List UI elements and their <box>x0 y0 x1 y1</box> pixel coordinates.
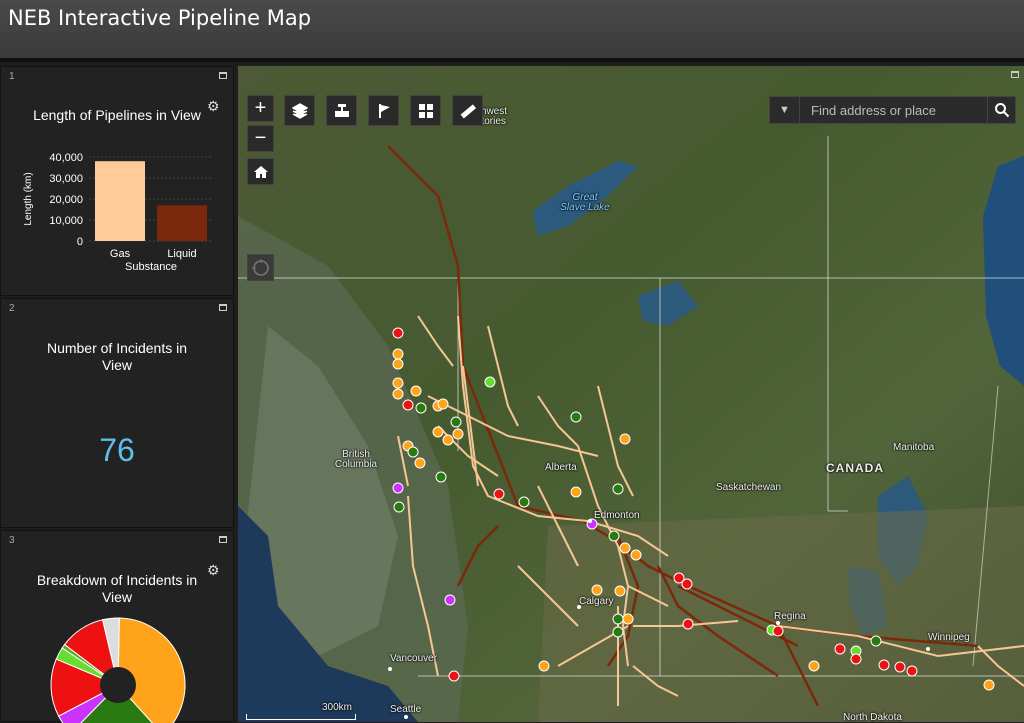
maximize-icon[interactable] <box>219 536 227 543</box>
crosshair-icon <box>251 259 269 276</box>
donut-hole <box>100 667 136 703</box>
pipeline-valve-button[interactable] <box>326 95 357 126</box>
panel-number: 1 <box>9 71 15 82</box>
scale-bar <box>246 714 356 720</box>
search-widget: ▼ <box>769 96 1016 124</box>
map-label-vancouver: Vancouver <box>390 653 438 664</box>
maximize-icon[interactable] <box>1011 71 1019 78</box>
panel-title: Length of Pipelines in View <box>33 107 201 123</box>
home-icon <box>253 166 268 178</box>
layers-icon <box>290 103 309 119</box>
map-label-great-slave-lake: Great Slave Lake <box>560 192 610 213</box>
flag-icon <box>378 104 390 118</box>
bar-gas <box>95 161 145 241</box>
y-tick-label: 40,000 <box>49 152 83 164</box>
app-title: NEB Interactive Pipeline Map <box>8 6 312 30</box>
y-tick-label: 30,000 <box>49 173 83 185</box>
map-label-canada: CANADA <box>826 461 884 475</box>
incident-count-value: 76 <box>99 432 135 468</box>
y-tick-label: 0 <box>77 236 83 248</box>
x-axis-label: Substance <box>125 261 177 273</box>
map-label-seattle: Seattle <box>390 704 422 715</box>
layers-button[interactable] <box>284 95 315 126</box>
map-label-winnipeg: Winnipeg <box>928 632 970 643</box>
maximize-icon[interactable] <box>219 72 227 79</box>
scale-label: 300km <box>322 702 353 713</box>
valve-icon <box>334 104 349 117</box>
locate-button[interactable] <box>247 254 274 281</box>
panel-pipeline-length: 1 ⚙ Length of Pipelines in View 40,000 30… <box>0 66 234 296</box>
map-label-saskatchewan: Saskatchewan <box>716 482 782 493</box>
app-header: NEB Interactive Pipeline Map <box>0 0 1024 62</box>
basemap <box>238 66 1024 722</box>
panel-number: 2 <box>9 303 15 314</box>
y-tick-label: 20,000 <box>49 194 83 206</box>
map-label-regina: Regina <box>774 611 806 622</box>
incident-breakdown-chart <box>50 617 186 723</box>
panel-title: Breakdown of Incidents in View <box>36 572 198 605</box>
map-label-calgary: Calgary <box>579 596 614 607</box>
panel-title: Number of Incidents in View <box>46 340 188 373</box>
map-label-manitoba: Manitoba <box>893 442 935 453</box>
search-button[interactable] <box>987 97 1015 123</box>
map-label-alberta: Alberta <box>545 462 577 473</box>
map-view[interactable]: Northwest Territories Great Slave Lake B… <box>238 66 1024 722</box>
grid-icon <box>418 104 433 118</box>
bar-liquid <box>157 205 207 241</box>
x-tick-label: Liquid <box>167 248 196 260</box>
search-input[interactable] <box>801 97 987 123</box>
basemap-gallery-button[interactable] <box>410 95 441 126</box>
panel-incident-breakdown: 3 ⚙ Breakdown of Incidents in View <box>0 530 234 723</box>
pipeline-length-chart: 40,000 30,000 20,000 10,000 0 Gas LiquidSubsta… <box>23 152 213 273</box>
panel-number: 3 <box>9 535 15 546</box>
measure-button[interactable] <box>452 95 483 126</box>
map-label-north-dakota: North Dakota <box>843 712 902 722</box>
zoom-out-button[interactable]: − <box>247 125 274 152</box>
map-label-edmonton: Edmonton <box>594 510 640 521</box>
zoom-in-button[interactable]: + <box>247 95 274 122</box>
ruler-icon <box>460 104 476 119</box>
map-label-british-columbia: British Columbia <box>334 449 378 470</box>
home-button[interactable] <box>247 158 274 185</box>
panel-incident-count: 2 Number of Incidents in View 76 <box>0 298 234 528</box>
search-icon <box>995 103 1010 118</box>
maximize-icon[interactable] <box>219 304 227 311</box>
x-tick-label: Gas <box>110 248 131 260</box>
search-source-dropdown[interactable]: ▼ <box>770 97 800 123</box>
y-axis-label: Length (km) <box>23 172 34 225</box>
y-tick-label: 10,000 <box>49 215 83 227</box>
bookmark-flag-button[interactable] <box>368 95 399 126</box>
